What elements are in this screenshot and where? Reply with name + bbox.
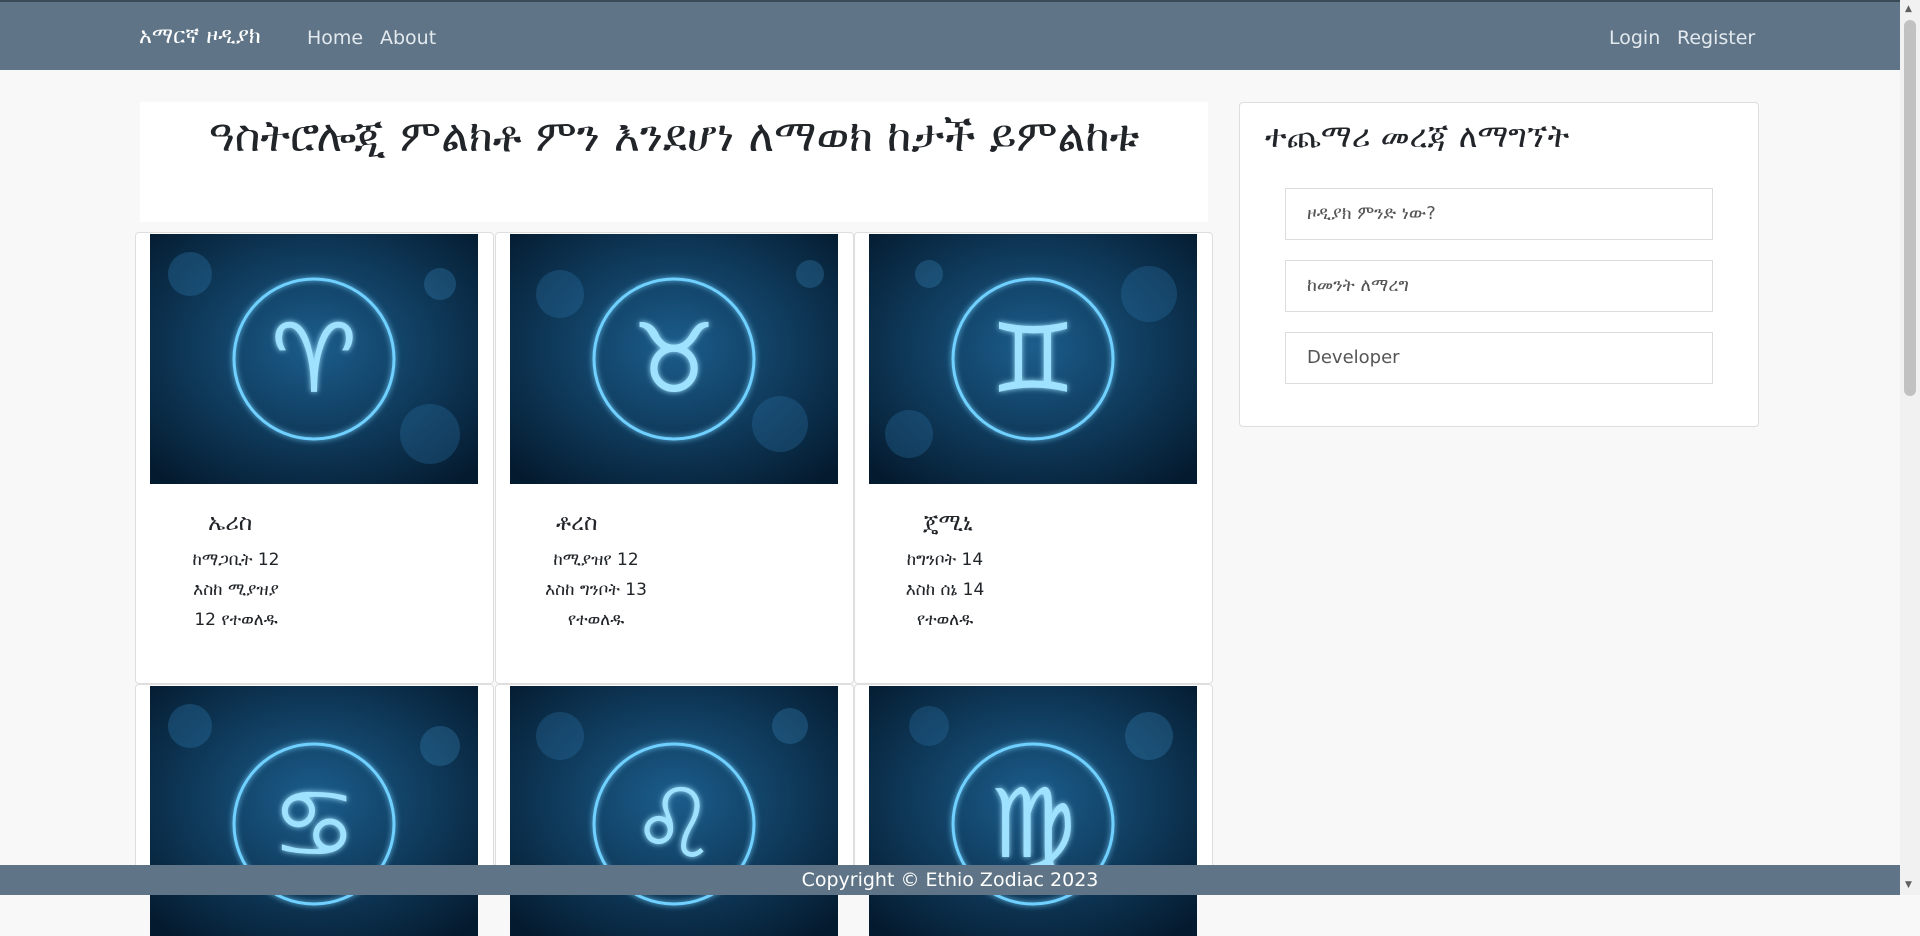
zodiac-card[interactable]: ♋ — [135, 684, 494, 936]
navbar: አማርኛ ዞዲያክ Home About Login Register — [0, 0, 1900, 70]
card-title: ኤሪስ — [208, 510, 253, 536]
card-text: ከማጋቢት 12 እስከ ሚያዝያ 12 የተወለዱ — [176, 545, 296, 635]
svg-text:♊: ♊ — [990, 303, 1076, 415]
card-text-line: እስከ ሰኔ 14 — [905, 580, 985, 600]
card-image: ♈ — [150, 234, 478, 484]
scroll-up-icon[interactable]: ▲ — [1905, 4, 1912, 14]
card-text: ከሚያዝየ 12 እስከ ግንቦት 13 የተወለዱ — [526, 545, 666, 635]
zodiac-card[interactable]: ♉ ቶረስ ከሚያዝየ 12 እስከ ግንቦት 13 የተወለዱ — [495, 232, 854, 684]
scroll-down-icon[interactable]: ▼ — [1905, 880, 1912, 890]
card-image: ♊ — [869, 234, 1197, 484]
vertical-scrollbar[interactable]: ▲ ▼ — [1900, 0, 1920, 895]
cancer-icon: ♋ — [150, 686, 478, 936]
virgo-icon: ♍ — [869, 686, 1197, 936]
card-text-line: እስከ ሚያዝያ — [193, 580, 279, 600]
sidebar-item-learn[interactable]: ከመንት ለማረግ — [1285, 260, 1713, 312]
nav-login-link[interactable]: Login — [1609, 27, 1660, 49]
nav-about-link[interactable]: About — [380, 27, 436, 49]
card-image: ♌ — [510, 686, 838, 936]
svg-text:♋: ♋ — [271, 768, 357, 880]
card-title: ጄሚኒ — [923, 510, 973, 536]
zodiac-card[interactable]: ♊ ጄሚኒ ከግንቦት 14 እስከ ሰኔ 14 የተወለዱ — [854, 232, 1213, 684]
gemini-icon: ♊ — [869, 234, 1197, 484]
zodiac-card[interactable]: ♈ ኤሪስ ከማጋቢት 12 እስከ ሚያዝያ 12 የተወለዱ — [135, 232, 494, 684]
leo-icon: ♌ — [510, 686, 838, 936]
card-text-line: የተወለዱ — [916, 610, 974, 630]
scroll-thumb[interactable] — [1904, 20, 1916, 396]
card-text: ከግንቦት 14 እስከ ሰኔ 14 የተወለዱ — [885, 545, 1005, 635]
card-image: ♋ — [150, 686, 478, 936]
card-text-line: ከማጋቢት 12 — [192, 550, 280, 570]
footer-copyright: Copyright © Ethio Zodiac 2023 — [801, 869, 1099, 891]
sidebar-item-what-is-zodiac[interactable]: ዞዲያክ ምንድ ነው? — [1285, 188, 1713, 240]
card-title: ቶረስ — [556, 510, 598, 536]
card-text-line: እስከ ግንቦት 13 — [545, 580, 647, 600]
page-title: ዓስትሮሎጂ ምልክቶ ምን እንደሆነ ለማወክ ከታች ይምልከቱ — [208, 111, 1140, 162]
svg-text:♌: ♌ — [631, 768, 717, 880]
svg-text:♉: ♉ — [631, 303, 717, 415]
card-image: ♍ — [869, 686, 1197, 936]
sidebar-item-developer[interactable]: Developer — [1285, 332, 1713, 384]
card-text-line: ከግንቦት 14 — [906, 550, 984, 570]
aries-icon: ♈ — [150, 234, 478, 484]
taurus-icon: ♉ — [510, 234, 838, 484]
card-text-line: የተወለዱ — [567, 610, 625, 630]
svg-text:♍: ♍ — [990, 768, 1076, 880]
zodiac-card[interactable]: ♌ — [495, 684, 854, 936]
svg-text:♈: ♈ — [271, 303, 357, 415]
card-image: ♉ — [510, 234, 838, 484]
sidebar-title: ተጨማሪ መረጃ ለማግኘት — [1265, 117, 1570, 155]
footer: Copyright © Ethio Zodiac 2023 — [0, 865, 1900, 895]
nav-home-link[interactable]: Home — [307, 27, 363, 49]
nav-register-link[interactable]: Register — [1677, 27, 1755, 49]
title-panel: ዓስትሮሎጂ ምልክቶ ምን እንደሆነ ለማወክ ከታች ይምልከቱ — [140, 102, 1208, 222]
zodiac-card[interactable]: ♍ — [854, 684, 1213, 936]
card-text-line: ከሚያዝየ 12 — [553, 550, 639, 570]
card-text-line: 12 የተወለዱ — [194, 610, 278, 630]
info-sidebar: ተጨማሪ መረጃ ለማግኘት ዞዲያክ ምንድ ነው? ከመንት ለማረግ De… — [1239, 102, 1759, 427]
brand-link[interactable]: አማርኛ ዞዲያክ — [139, 24, 261, 49]
